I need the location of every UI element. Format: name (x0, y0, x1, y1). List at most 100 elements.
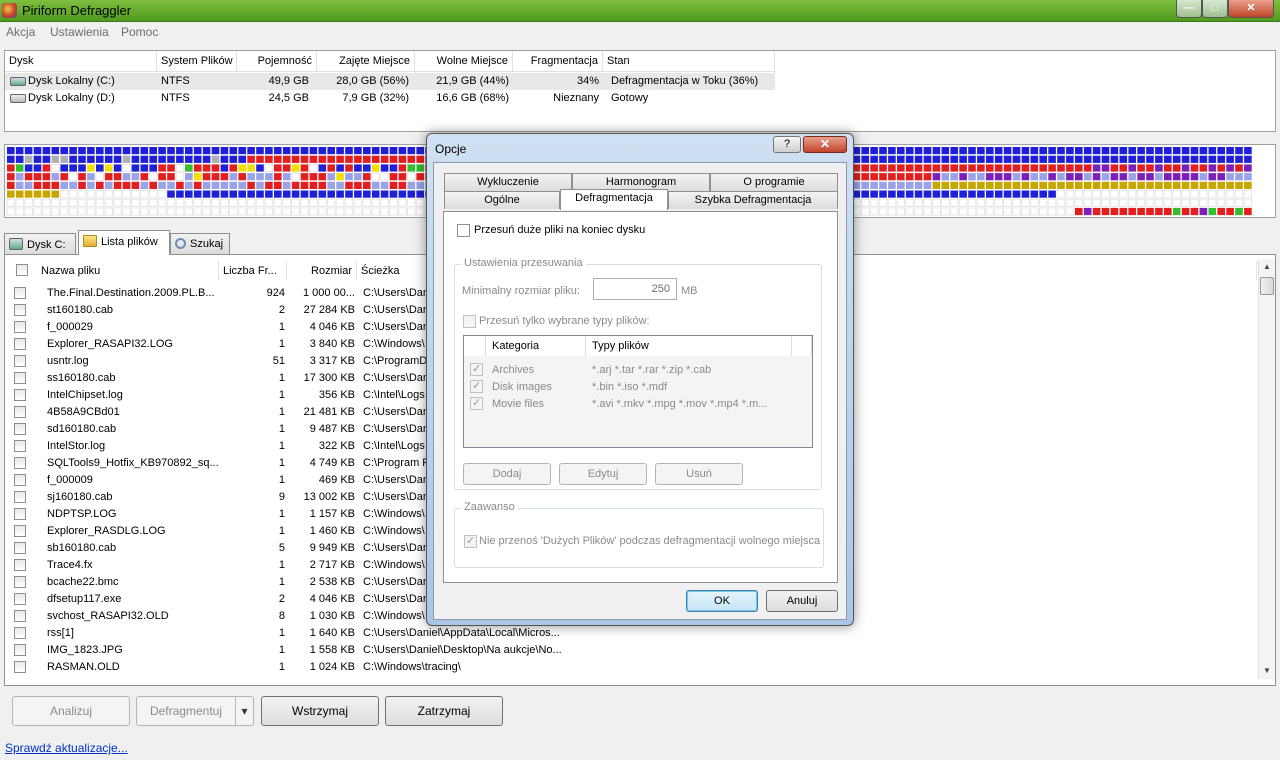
tab-drive-c[interactable]: Dysk C: (4, 233, 76, 254)
tab-general[interactable]: Ogólne (444, 191, 560, 209)
defrag-button[interactable]: Defragmentuj (136, 696, 236, 726)
map-block (140, 207, 149, 216)
row-checkbox[interactable] (14, 304, 26, 316)
row-checkbox[interactable] (14, 355, 26, 367)
col-free[interactable]: Wolne Miejsce (415, 51, 513, 72)
table-row[interactable]: RASMAN.OLD 1 1 024 KB C:\Windows\tracing\ (9, 659, 1259, 676)
map-block (941, 173, 950, 181)
row-checkbox[interactable] (14, 372, 26, 384)
help-button[interactable]: ? (773, 136, 801, 153)
menu-ustawienia[interactable]: Ustawienia (50, 25, 109, 39)
row-checkbox[interactable] (14, 661, 26, 673)
col-file-name[interactable]: Nazwa pliku (37, 261, 219, 280)
menu-akcja[interactable]: Akcja (6, 25, 35, 39)
col-file-types[interactable]: Typy plików (586, 336, 792, 356)
list-item[interactable]: ✓ Disk images *.bin *.iso *.mdf (464, 378, 810, 395)
tab-about[interactable]: O programie (710, 173, 838, 191)
ok-button[interactable]: OK (686, 590, 758, 612)
col-filesystem[interactable]: System Plików (157, 51, 237, 72)
check-updates-link[interactable]: Sprawdź aktualizacje... (5, 741, 128, 755)
table-row[interactable]: IMG_1823.JPG 1 1 558 KB C:\Users\Daniel\Des… (9, 642, 1259, 659)
map-block (897, 190, 905, 198)
defrag-dropdown-icon[interactable]: ▾ (235, 696, 254, 726)
maximize-button[interactable]: □ (1202, 0, 1228, 18)
map-block (888, 181, 896, 189)
row-checkbox[interactable] (14, 338, 26, 350)
list-item[interactable]: ✓ Movie files *.avi *.mkv *.mpg *.mov *.mp… (464, 395, 810, 412)
map-block (879, 164, 887, 172)
row-checkbox[interactable] (14, 542, 26, 554)
only-selected-types-checkbox[interactable] (463, 315, 476, 328)
dialog-close-button[interactable]: ✕ (803, 136, 847, 153)
row-checkbox[interactable] (14, 406, 26, 418)
row-checkbox[interactable] (14, 457, 26, 469)
row-checkbox[interactable] (14, 389, 26, 401)
cancel-button[interactable]: Anuluj (766, 590, 838, 612)
drive-row-d[interactable]: Dysk Lokalny (D:) NTFS 24,5 GB 7,9 GB (3… (5, 90, 775, 107)
scroll-up-icon[interactable]: ▲ (1259, 259, 1275, 275)
scroll-down-icon[interactable]: ▼ (1259, 663, 1275, 679)
map-block (1136, 198, 1146, 207)
row-checkbox[interactable] (14, 440, 26, 452)
col-used[interactable]: Zajęte Miejsce (317, 51, 415, 72)
col-drive[interactable]: Dysk (5, 51, 157, 72)
minimize-button[interactable]: — (1176, 0, 1202, 18)
edit-button[interactable]: Edytuj (559, 463, 647, 485)
map-block (309, 207, 318, 216)
tab-search[interactable]: Szukaj (170, 233, 230, 254)
remove-button[interactable]: Usuń (655, 463, 743, 485)
col-size[interactable]: Rozmiar (287, 261, 357, 280)
pause-button[interactable]: Wstrzymaj (261, 696, 379, 726)
col-fragmentation[interactable]: Fragmentacja (513, 51, 603, 72)
col-capacity[interactable]: Pojemność (237, 51, 317, 72)
tab-file-list[interactable]: Lista plików (78, 230, 170, 255)
tab-exclusions[interactable]: Wykluczenie (444, 173, 572, 191)
stop-button[interactable]: Zatrzymaj (385, 696, 503, 726)
map-block (879, 173, 887, 181)
map-block (1217, 207, 1225, 216)
row-checkbox[interactable] (14, 491, 26, 503)
row-checkbox[interactable] (14, 576, 26, 588)
map-block (1030, 147, 1039, 155)
select-all-checkbox[interactable] (16, 264, 28, 276)
add-button[interactable]: Dodaj (463, 463, 551, 485)
row-checkbox[interactable] (14, 593, 26, 605)
type-checkbox[interactable]: ✓ (470, 397, 483, 410)
row-checkbox[interactable] (14, 423, 26, 435)
tab-quick-defrag[interactable]: Szybka Defragmentacja (668, 191, 838, 209)
row-checkbox[interactable] (14, 287, 26, 299)
min-size-input[interactable]: 250 (593, 278, 677, 300)
map-block (1003, 147, 1012, 155)
row-checkbox[interactable] (14, 508, 26, 520)
type-checkbox[interactable]: ✓ (470, 380, 483, 393)
row-checkbox[interactable] (14, 627, 26, 639)
col-fragments[interactable]: Liczba Fr... (219, 261, 287, 280)
file-list-scrollbar[interactable]: ▲ ▼ (1258, 259, 1275, 679)
file-types-list[interactable]: Kategoria Typy plików ✓ Archives *.arj *.t… (463, 335, 813, 448)
map-block (335, 207, 345, 216)
row-checkbox[interactable] (14, 559, 26, 571)
row-checkbox[interactable] (14, 644, 26, 656)
close-button[interactable]: ✕ (1228, 0, 1274, 18)
col-category[interactable]: Kategoria (486, 336, 586, 356)
row-checkbox[interactable] (14, 610, 26, 622)
file-name: Explorer_RASAPI32.LOG (47, 338, 173, 350)
map-block (282, 181, 291, 189)
map-block (1110, 181, 1119, 189)
list-item[interactable]: ✓ Archives *.arj *.tar *.rar *.zip *.cab (464, 361, 810, 378)
col-state[interactable]: Stan (603, 51, 775, 72)
tab-defragmentation[interactable]: Defragmentacja (560, 189, 668, 210)
map-block (1164, 164, 1172, 172)
type-checkbox[interactable]: ✓ (470, 363, 483, 376)
table-row[interactable]: rss[1] 1 1 640 KB C:\Users\Daniel\AppData\L… (9, 625, 1259, 642)
row-checkbox[interactable] (14, 474, 26, 486)
row-checkbox[interactable] (14, 321, 26, 333)
move-large-files-checkbox[interactable] (457, 224, 470, 237)
row-checkbox[interactable] (14, 525, 26, 537)
map-block (950, 181, 958, 189)
scroll-thumb[interactable] (1260, 277, 1274, 295)
analyze-button[interactable]: Analizuj (12, 696, 130, 726)
menu-pomoc[interactable]: Pomoc (121, 25, 158, 39)
drive-row-c[interactable]: Dysk Lokalny (C:) NTFS 49,9 GB 28,0 GB (… (5, 73, 775, 90)
no-move-large-checkbox[interactable]: ✓ (464, 535, 477, 548)
